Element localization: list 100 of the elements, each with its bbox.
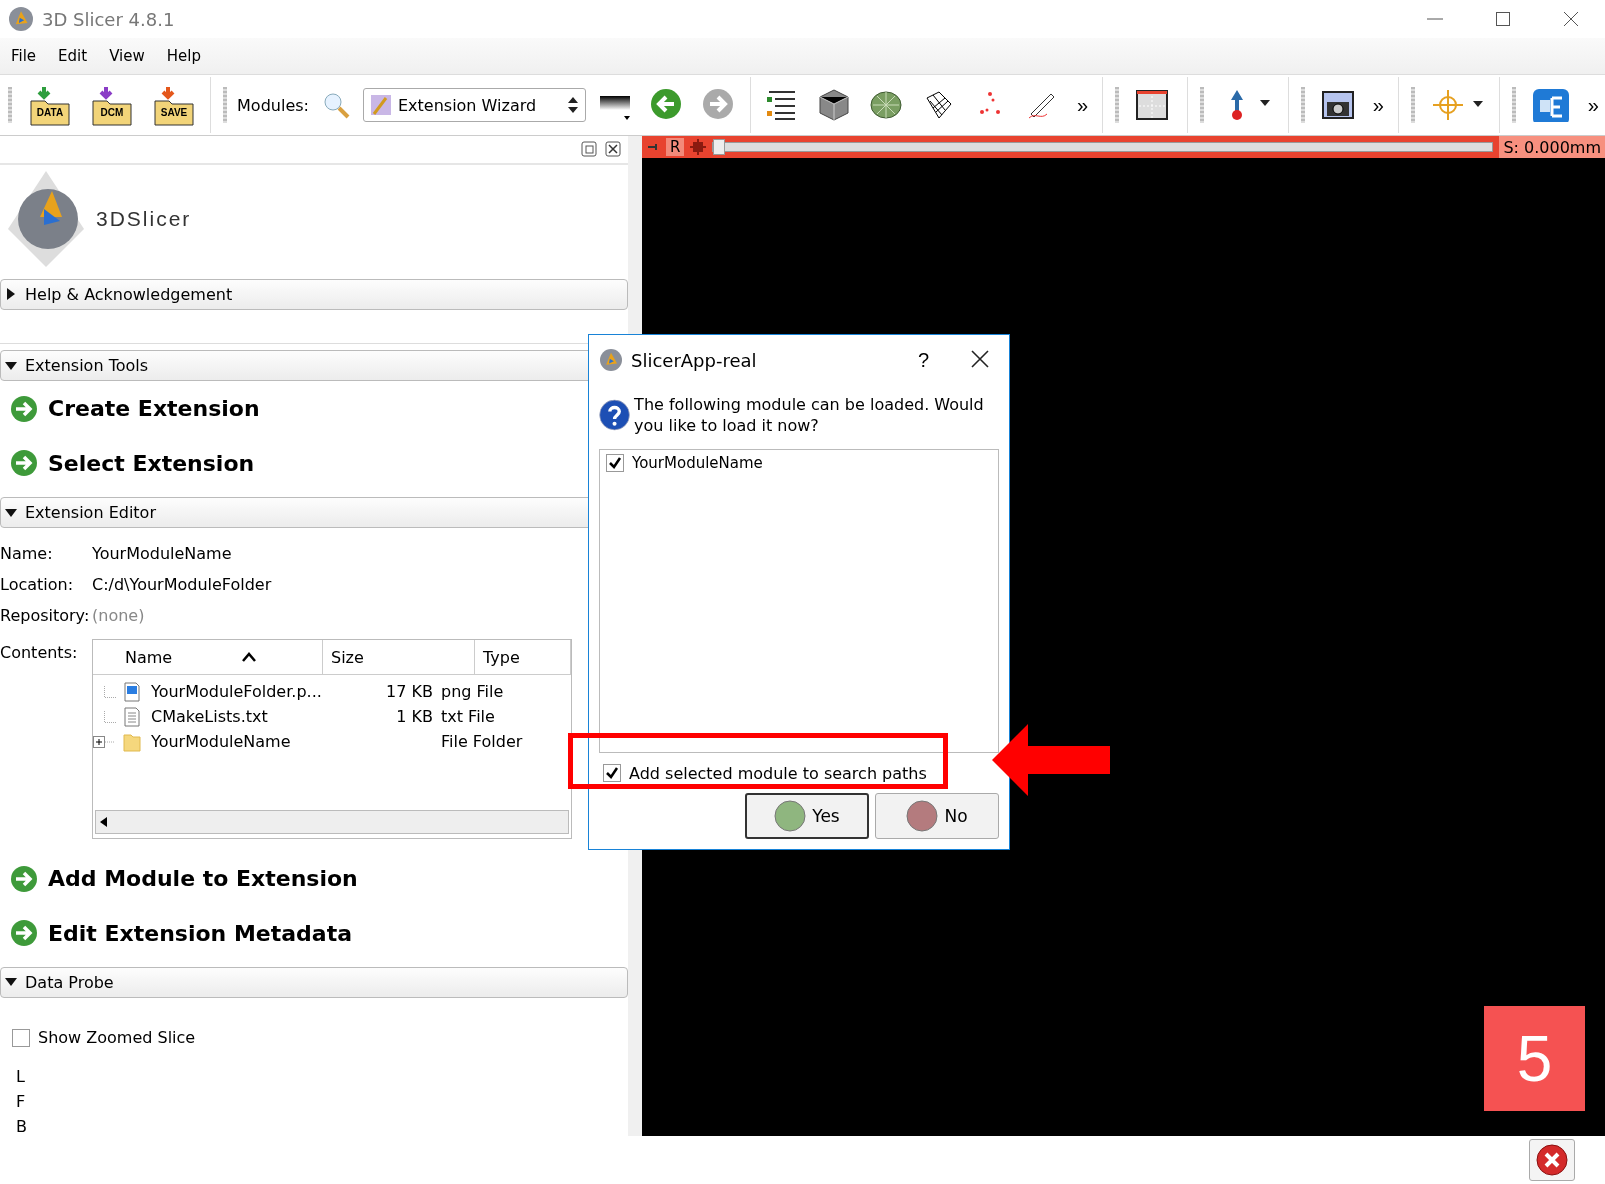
field-value: YourModuleName xyxy=(92,544,233,564)
close-panel-button[interactable] xyxy=(604,140,622,159)
coordinate-label: L xyxy=(16,1067,26,1087)
field-value: C:/d\YourModuleFolder xyxy=(92,575,273,595)
more-tools-button[interactable]: » xyxy=(1366,93,1390,117)
pointer-arrow-icon xyxy=(992,724,1110,796)
field-label: Contents: xyxy=(0,642,79,665)
toolbar-button[interactable]: DATA xyxy=(27,83,74,127)
coordinate-label: B xyxy=(16,1117,28,1137)
checkbox-label: Show Zoomed Slice xyxy=(38,1028,196,1048)
checkbox[interactable] xyxy=(12,1028,30,1047)
checkmark-icon xyxy=(608,456,622,470)
column-header[interactable]: Type xyxy=(483,647,520,667)
checkbox[interactable] xyxy=(606,454,624,472)
file-type: txt File xyxy=(441,707,496,727)
help-button[interactable]: ? xyxy=(893,348,953,372)
expanded-caret-icon xyxy=(5,506,17,519)
module-select[interactable]: Extension Wizard xyxy=(362,88,587,122)
maximize-icon xyxy=(1495,11,1511,27)
module-name: YourModuleName xyxy=(632,454,763,472)
slider-thumb[interactable] xyxy=(713,139,726,155)
button-label: DCM xyxy=(99,107,125,118)
crosshair-icon xyxy=(1430,88,1485,122)
toolbar-button[interactable]: SAVE xyxy=(151,83,198,127)
error-icon xyxy=(1536,1144,1568,1176)
expanded-caret-icon xyxy=(5,359,17,372)
minimize-icon xyxy=(1427,18,1443,20)
cube-icon xyxy=(816,88,851,122)
field-label: Name: xyxy=(0,544,54,564)
file-icon xyxy=(123,706,141,727)
round-light-icon xyxy=(774,800,807,832)
slice-options-icon xyxy=(690,139,707,155)
close-icon xyxy=(971,349,989,368)
modules-label: Modules: xyxy=(237,95,309,115)
file-name: YourModuleFolder.p... xyxy=(151,682,323,702)
arrow-circle-icon xyxy=(10,864,38,893)
app-logo-icon xyxy=(8,6,34,32)
yes-button[interactable]: Yes xyxy=(745,793,869,839)
close-icon xyxy=(605,140,621,157)
file-type: png File xyxy=(441,682,505,702)
file-name: CMakeLists.txt xyxy=(151,707,269,727)
file-type: File Folder xyxy=(441,732,524,752)
menu-item[interactable]: File xyxy=(0,47,48,65)
expand-icon xyxy=(93,735,115,748)
field-value: (none) xyxy=(92,606,146,626)
more-tools-button[interactable]: » xyxy=(1581,93,1605,117)
checkmark-icon xyxy=(605,766,619,780)
collapsed-caret-icon xyxy=(5,288,17,301)
orientation-label: R xyxy=(666,138,685,156)
file-name: YourModuleName xyxy=(151,732,292,752)
field-label: Location: xyxy=(0,575,75,595)
menu-item[interactable]: View xyxy=(98,47,156,65)
column-header[interactable]: Size xyxy=(331,647,364,667)
error-log-button[interactable] xyxy=(1529,1139,1575,1181)
button-label: SAVE xyxy=(159,107,189,118)
wizard-icon xyxy=(369,94,392,116)
window-title: 3D Slicer 4.8.1 xyxy=(42,8,176,30)
tree-row[interactable]: CMakeLists.txt 1 KB txt File xyxy=(93,704,571,730)
pin-icon xyxy=(648,142,660,152)
coordinate-label: F xyxy=(16,1092,27,1112)
file-icon xyxy=(123,681,141,702)
action-button[interactable]: Add Module to Extension xyxy=(0,855,628,902)
dialog-title: SlicerApp-real xyxy=(631,349,758,371)
section-header[interactable]: Data Probe xyxy=(0,966,628,999)
field-label: Repository: xyxy=(0,606,91,626)
checkbox-label: Add selected module to search paths xyxy=(629,763,927,783)
app-logo-icon xyxy=(599,348,623,372)
logo-text: 3DSlicer xyxy=(96,206,192,231)
file-size: 17 KB xyxy=(385,682,434,702)
extension-puzzle-icon xyxy=(1531,88,1570,122)
mesh-icon xyxy=(868,88,903,122)
float-button[interactable] xyxy=(580,140,598,159)
toolbar-button[interactable]: DCM xyxy=(89,83,136,127)
menu-item[interactable]: Edit xyxy=(47,47,99,65)
camera-icon xyxy=(1320,88,1355,122)
step-number: 5 xyxy=(1484,1006,1585,1111)
slice-slider[interactable] xyxy=(712,142,1494,152)
arrow-circle-icon xyxy=(10,449,38,478)
no-button[interactable]: No xyxy=(875,793,999,839)
button-label: DATA xyxy=(35,107,65,118)
spin-arrows-icon xyxy=(567,95,580,115)
action-button[interactable]: Edit Extension Metadata xyxy=(0,909,628,957)
dialog-message: The following module can be loaded. Would you like to load it now? xyxy=(634,394,985,436)
folder-icon xyxy=(123,731,141,752)
tree-row[interactable]: YourModuleName File Folder xyxy=(93,729,571,755)
slice-offset: S: 0.000mm xyxy=(1499,136,1605,158)
column-header[interactable]: Name xyxy=(125,647,173,667)
tree-line-icon xyxy=(104,710,116,723)
arrow-circle-icon xyxy=(10,394,38,423)
horizontal-scrollbar[interactable] xyxy=(95,810,569,835)
tree-line-icon xyxy=(104,685,116,698)
arrow-circle-icon xyxy=(10,919,38,948)
section-header[interactable]: Help & Acknowledgement xyxy=(0,278,628,310)
checkbox[interactable] xyxy=(603,764,621,782)
tree-row[interactable]: YourModuleFolder.p... 17 KB png File xyxy=(93,679,571,705)
round-light-icon xyxy=(906,800,939,832)
more-tools-button[interactable]: » xyxy=(1070,93,1095,117)
file-size: 1 KB xyxy=(395,707,434,727)
menu-item[interactable]: Help xyxy=(155,47,212,65)
close-icon xyxy=(1563,11,1579,27)
